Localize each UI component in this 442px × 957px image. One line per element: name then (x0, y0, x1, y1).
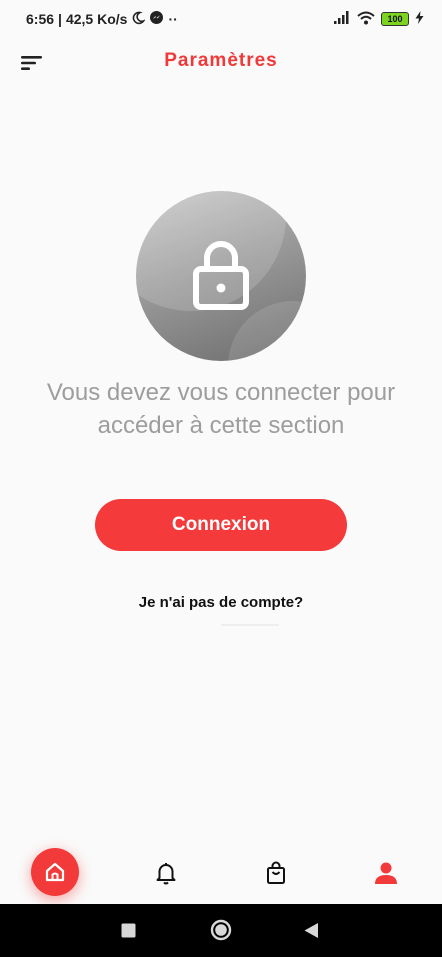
status-bar: 6:56 | 42,5 Ko/s ·· 100 (0, 0, 442, 38)
lock-icon (193, 241, 249, 310)
recents-button[interactable] (121, 923, 136, 943)
status-dots: ·· (168, 11, 178, 27)
status-left: 6:56 | 42,5 Ko/s ·· (26, 10, 178, 28)
no-account-link[interactable]: Je n'ai pas de compte? (0, 594, 442, 611)
messenger-icon (149, 10, 164, 28)
login-required-message: Vous devez vous connecter pour accéder à… (30, 376, 412, 442)
home-icon (45, 862, 65, 882)
wifi-icon (357, 11, 375, 28)
bottom-nav (0, 838, 442, 904)
charging-icon (415, 11, 424, 27)
message-line: accéder à cette section (97, 412, 345, 439)
status-time: 6:56 (26, 11, 55, 27)
system-nav-bar (0, 904, 442, 957)
back-triangle-icon (304, 923, 318, 938)
lock-illustration (136, 191, 306, 361)
bell-icon (156, 863, 176, 885)
home-system-button[interactable] (210, 919, 232, 946)
moon-icon (131, 11, 147, 28)
nav-shopping-button[interactable] (263, 860, 289, 886)
app-header: Paramètres (0, 38, 442, 88)
circle-icon (210, 919, 232, 941)
user-icon (375, 862, 397, 884)
status-speed: 42,5 Ko/s (65, 11, 128, 27)
status-separator: | (58, 11, 62, 27)
battery-icon: 100 (381, 12, 409, 26)
status-right: 100 (334, 11, 424, 28)
nav-home-button[interactable] (31, 848, 79, 896)
square-icon (121, 923, 136, 938)
login-button[interactable]: Connexion (95, 499, 347, 551)
signal-icon (334, 11, 351, 27)
link-underline (221, 624, 279, 626)
nav-profile-button[interactable] (373, 860, 399, 886)
shopping-bag-icon (267, 861, 285, 884)
settings-screen: 6:56 | 42,5 Ko/s ·· 100 Paramètres Vous … (0, 0, 442, 957)
message-line: Vous devez vous connecter pour (46, 379, 396, 406)
page-title: Paramètres (164, 50, 278, 71)
nav-notifications-button[interactable] (153, 860, 179, 886)
back-button[interactable] (303, 922, 319, 944)
